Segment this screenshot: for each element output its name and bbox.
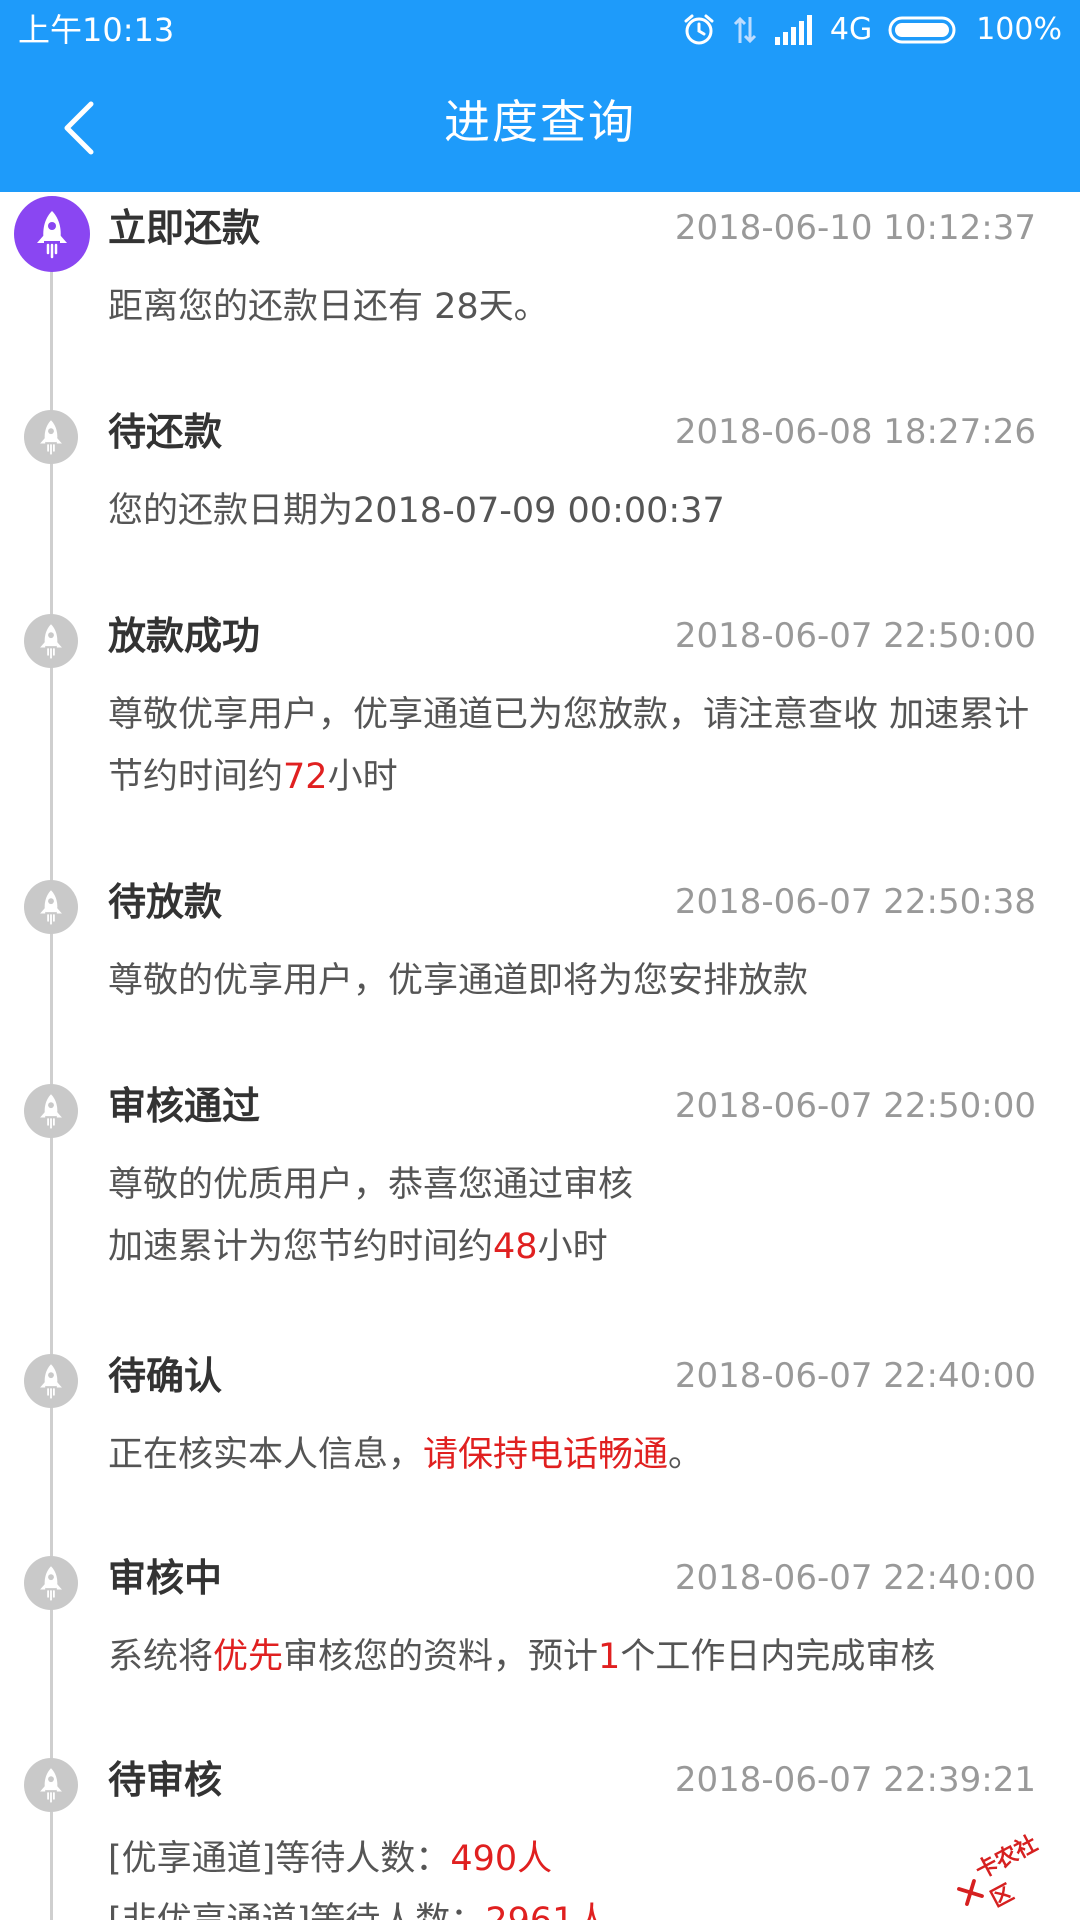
desc-text: 系统将 [108, 1637, 214, 1677]
rocket-icon [24, 880, 78, 934]
highlight-value: 1 [598, 1637, 621, 1677]
step-desc: 尊敬的优享用户，优享通道即将为您安排放款 [108, 961, 809, 1001]
desc-text: 审核您的资料，预计 [283, 1637, 599, 1677]
progress-timeline: 立即还款 2018-06-10 10:12:37 距离您的还款日还有 28天。 … [0, 192, 1080, 1920]
highlight-value: 72 [283, 757, 328, 797]
status-bar: 上午10:13 4G 100% [0, 0, 1080, 60]
step-title: 待放款 [108, 880, 223, 924]
rocket-icon [24, 410, 78, 464]
page-title: 进度查询 [444, 95, 636, 149]
desc-text: 。 [668, 1435, 704, 1475]
step-time: 2018-06-07 22:50:00 [674, 616, 1036, 656]
step-title: 待还款 [108, 410, 223, 454]
step-desc: [优享通道]等待人数：490人[非优享通道]等待人数：2961人 [108, 1828, 1048, 1920]
rocket-icon [24, 1084, 78, 1138]
highlight-text: 请保持电话畅通 [423, 1435, 669, 1475]
step-title: 审核中 [108, 1556, 223, 1600]
signal-icon [774, 15, 814, 45]
timeline-line [50, 232, 53, 1920]
step-time: 2018-06-10 10:12:37 [674, 208, 1036, 248]
step-desc: 尊敬的优质用户，恭喜您通过审核 加速累计为您节约时间约48小时 [108, 1154, 1048, 1278]
header: 上午10:13 4G 100% 进度查询 [0, 0, 1080, 192]
desc-line: [优享通道]等待人数：490人 [108, 1828, 1048, 1890]
highlight-value: 2961人 [485, 1901, 609, 1920]
battery-icon [888, 15, 960, 45]
alarm-icon [682, 13, 716, 47]
rocket-icon [24, 1758, 78, 1812]
highlight-value: 48 [493, 1227, 538, 1267]
step-title: 待确认 [108, 1354, 223, 1398]
title-bar: 进度查询 [0, 60, 1080, 192]
desc-text: [非优享通道]等待人数： [108, 1901, 485, 1920]
step-desc: 尊敬优享用户，优享通道已为您放款，请注意查收 加速累计节约时间约72小时 [108, 684, 1048, 808]
desc-text: 个工作日内完成审核 [620, 1637, 936, 1677]
step-time: 2018-06-07 22:39:21 [674, 1760, 1036, 1800]
step-time: 2018-06-07 22:50:38 [674, 882, 1036, 922]
data-arrows-icon [732, 13, 758, 47]
step-time: 2018-06-07 22:50:00 [674, 1086, 1036, 1126]
highlight-value: 490人 [450, 1839, 553, 1879]
highlight-text: 优先 [213, 1637, 284, 1677]
desc-line: 加速累计为您节约时间约48小时 [108, 1216, 1048, 1278]
rocket-icon [24, 614, 78, 668]
step-time: 2018-06-08 18:27:26 [674, 412, 1036, 452]
desc-text: 小时 [537, 1227, 608, 1267]
status-time: 上午10:13 [18, 11, 175, 49]
rocket-icon [14, 196, 90, 272]
network-type: 4G [829, 12, 873, 47]
step-desc: 正在核实本人信息，请保持电话畅通。 [108, 1424, 1048, 1486]
desc-line: 尊敬的优质用户，恭喜您通过审核 [108, 1165, 634, 1205]
step-desc: 您的还款日期为2018-07-09 00:00:37 [108, 491, 725, 531]
step-desc: 距离您的还款日还有 28天。 [108, 287, 549, 327]
step-title: 立即还款 [108, 206, 261, 250]
battery-level: 100% [976, 12, 1062, 47]
rocket-icon [24, 1354, 78, 1408]
desc-text: 小时 [327, 757, 398, 797]
step-title: 放款成功 [108, 614, 261, 658]
step-desc: 系统将优先审核您的资料，预计1个工作日内完成审核 [108, 1626, 1048, 1688]
desc-text: [优享通道]等待人数： [108, 1839, 451, 1879]
desc-line: [非优享通道]等待人数：2961人 [108, 1890, 1048, 1920]
step-time: 2018-06-07 22:40:00 [674, 1558, 1036, 1598]
step-title: 审核通过 [108, 1084, 261, 1128]
desc-text: 加速累计为您节约时间约 [108, 1227, 494, 1267]
desc-text: 正在核实本人信息， [108, 1435, 424, 1475]
status-icons: 4G 100% [682, 10, 1062, 50]
step-title: 待审核 [108, 1758, 223, 1802]
desc-text: 尊敬优享用户，优享通道已为您放款，请注意查收 加速累计节约时间约 [108, 695, 1030, 797]
step-time: 2018-06-07 22:40:00 [674, 1356, 1036, 1396]
rocket-icon [24, 1556, 78, 1610]
